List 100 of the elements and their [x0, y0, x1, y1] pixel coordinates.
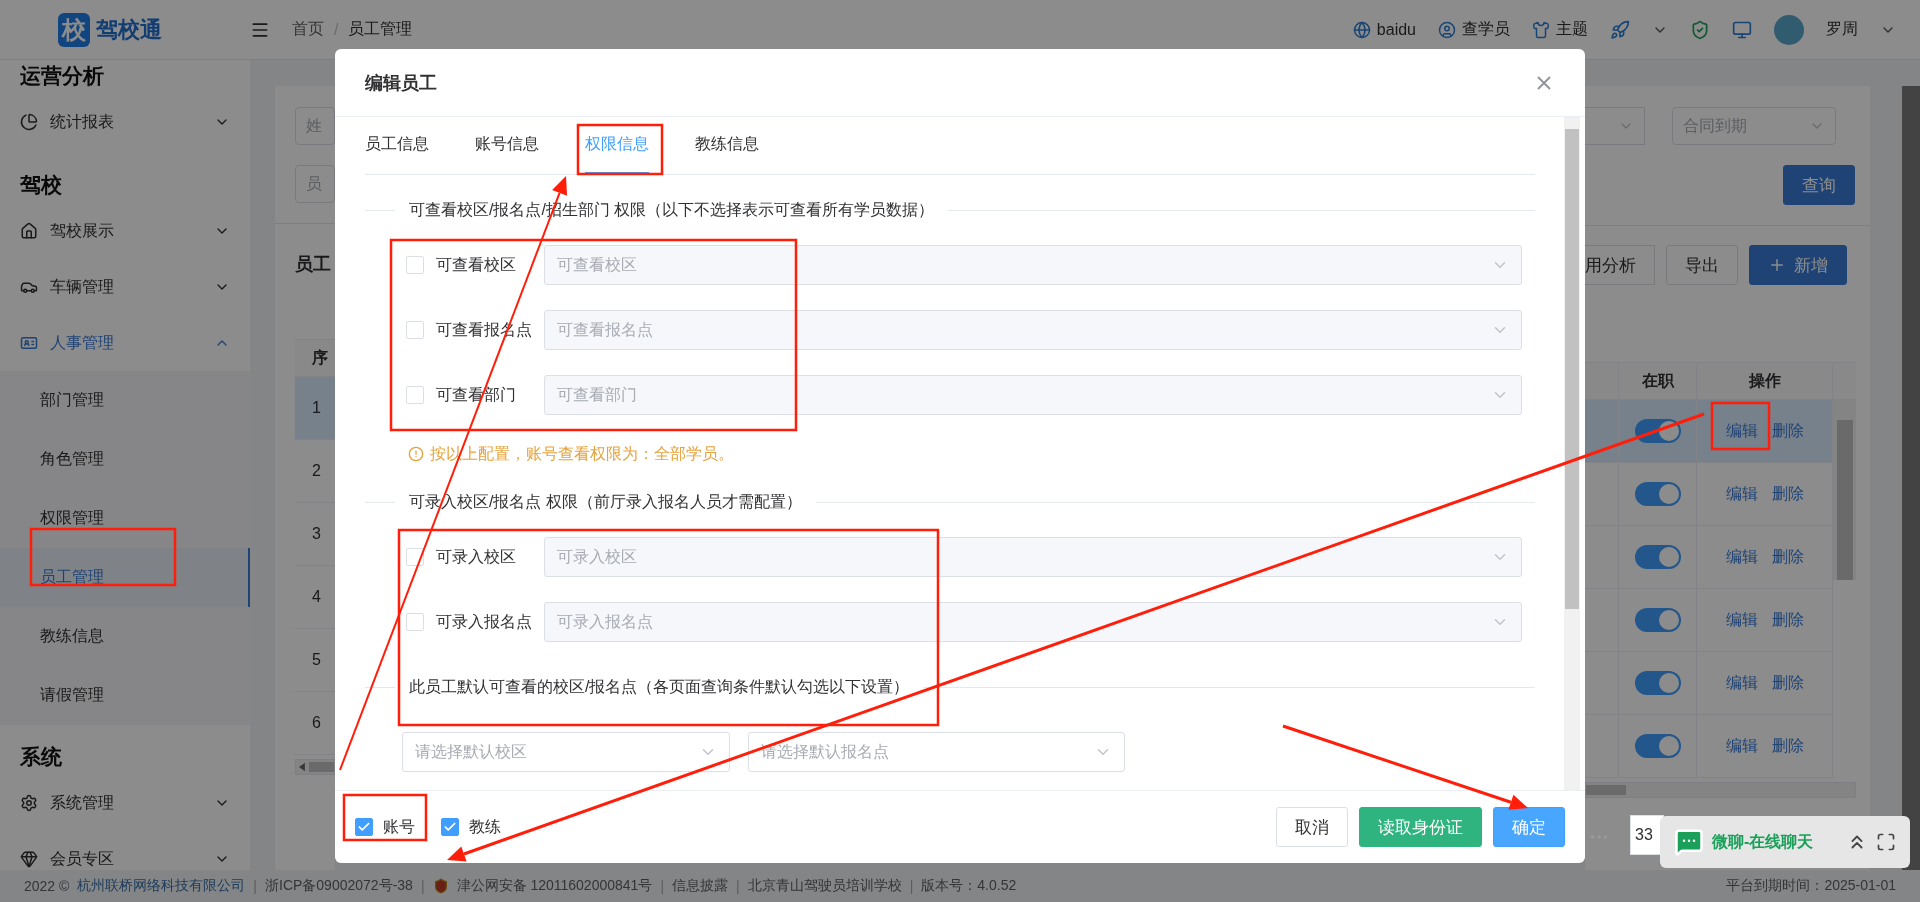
search-button[interactable]: 查询: [1783, 165, 1855, 205]
globe-icon: [1352, 20, 1371, 39]
checkbox-text[interactable]: 账号: [383, 816, 415, 838]
toolbar-button[interactable]: 导出: [1666, 245, 1738, 285]
annotation-box: [1710, 401, 1771, 451]
footer-text[interactable]: 津公网安备 12011602000841号: [456, 877, 653, 895]
action-link[interactable]: 删除: [1771, 483, 1804, 505]
checkbox[interactable]: [355, 818, 373, 836]
toolbar-button[interactable]: 新增: [1749, 245, 1847, 285]
table-cell-text: 1: [311, 399, 321, 417]
scrollbar[interactable]: [295, 759, 335, 775]
header-link[interactable]: 查学员: [1438, 19, 1510, 40]
sidebar-item[interactable]: 驾校展示: [0, 203, 250, 259]
checkbox-label[interactable]: 可查看校区: [436, 254, 534, 276]
checkbox-label[interactable]: 可录入校区: [436, 546, 534, 568]
select-field[interactable]: 可查看报名点: [544, 310, 1522, 350]
rocket-icon[interactable]: [1610, 19, 1630, 40]
sidebar-subitem[interactable]: 员工管理: [0, 548, 250, 607]
toggle-switch[interactable]: [1634, 482, 1681, 506]
scrollbar[interactable]: [1564, 117, 1580, 790]
toggle-switch[interactable]: [1634, 608, 1681, 632]
sidebar-item[interactable]: 车辆管理: [0, 259, 250, 315]
action-link[interactable]: 编辑: [1725, 609, 1758, 631]
footer-text[interactable]: 信息披露: [672, 877, 728, 895]
avatar[interactable]: [1774, 14, 1804, 45]
select-field[interactable]: 可录入报名点: [544, 602, 1522, 642]
sidebar-subitem[interactable]: 请假管理: [0, 666, 250, 725]
select-field[interactable]: 可录入校区: [544, 537, 1522, 577]
table-row[interactable]: 编辑 删除: [1585, 463, 1833, 526]
monitor-icon[interactable]: [1732, 19, 1752, 40]
shield-icon[interactable]: [1690, 19, 1710, 40]
table-row[interactable]: 编辑 删除: [1585, 652, 1833, 715]
checkbox-label[interactable]: 教练: [441, 816, 501, 838]
page-size-field[interactable]: 33: [1630, 815, 1664, 855]
sidebar-subitem[interactable]: 角色管理: [0, 430, 250, 489]
table-cell-text: 6: [311, 714, 321, 732]
sidebar-section-title: 运营分析: [19, 63, 105, 89]
checkbox[interactable]: [441, 818, 459, 836]
checkbox-label[interactable]: 账号: [355, 816, 415, 838]
action-link[interactable]: 删除: [1771, 420, 1804, 442]
user-name[interactable]: 罗周: [1826, 19, 1858, 40]
table-row[interactable]: 编辑 删除: [1585, 589, 1833, 652]
action-link[interactable]: 删除: [1771, 672, 1804, 694]
sidebar-item[interactable]: 人事管理: [0, 315, 250, 371]
breadcrumb-item[interactable]: 首页: [292, 19, 324, 40]
scrollbar[interactable]: [1585, 782, 1856, 798]
check-icon: [443, 820, 457, 834]
expand-icon[interactable]: [1876, 832, 1896, 852]
dialog-button[interactable]: 取消: [1276, 807, 1348, 847]
alert-icon: [408, 446, 424, 462]
action-link[interactable]: 编辑: [1725, 672, 1758, 694]
company-link[interactable]: 杭州联桥网络科技有限公司: [77, 877, 246, 895]
toggle-switch[interactable]: [1634, 671, 1681, 695]
breadcrumb-item: 员工管理: [348, 19, 413, 39]
header-link[interactable]: 主题: [1532, 19, 1588, 40]
menu-item-icon: [20, 222, 38, 240]
action-link[interactable]: 编辑: [1725, 420, 1758, 442]
select-field[interactable]: 可查看部门: [544, 375, 1522, 415]
table-row[interactable]: 1: [295, 377, 335, 440]
action-link[interactable]: 删除: [1771, 735, 1804, 757]
logo-mark: 校: [58, 12, 90, 47]
table-row[interactable]: 编辑 删除: [1585, 400, 1833, 463]
action-link[interactable]: 删除: [1771, 546, 1804, 568]
action-link[interactable]: 编辑: [1725, 546, 1758, 568]
dialog-button[interactable]: 确定: [1493, 807, 1565, 847]
toggle-switch[interactable]: [1634, 545, 1681, 569]
sidebar-subitem[interactable]: 教练信息: [0, 607, 250, 666]
action-link[interactable]: 编辑: [1725, 483, 1758, 505]
select-field[interactable]: 请选择默认校区: [402, 732, 730, 772]
sidebar-item[interactable]: 会员专区: [0, 831, 250, 870]
checkbox-label[interactable]: 可录入报名点: [436, 611, 534, 633]
table-row[interactable]: 编辑 删除: [1585, 526, 1833, 589]
scrollbar[interactable]: [1833, 400, 1856, 580]
footer-text[interactable]: 浙ICP备09002072号-38: [265, 877, 413, 895]
tab[interactable]: 员工信息: [365, 117, 429, 174]
sidebar-item[interactable]: 系统管理: [0, 775, 250, 831]
tab[interactable]: 教练信息: [695, 117, 759, 174]
action-link[interactable]: 编辑: [1725, 735, 1758, 757]
sidebar-subitem[interactable]: 权限管理: [0, 489, 250, 548]
chat-widget[interactable]: 微聊-在线聊天: [1660, 816, 1910, 868]
chat-icon: [1674, 827, 1704, 857]
tab[interactable]: 权限信息: [585, 117, 649, 174]
select-field[interactable]: 可查看校区: [544, 245, 1522, 285]
footer-text[interactable]: 版本号：4.0.52: [921, 877, 1017, 895]
separator: |: [736, 878, 740, 894]
toolbar-button[interactable]: 用分析: [1585, 245, 1655, 285]
header-link[interactable]: baidu: [1352, 20, 1416, 39]
toggle-switch[interactable]: [1634, 734, 1681, 758]
footer-text[interactable]: 北京青山驾驶员培训学校: [747, 877, 902, 895]
checkbox-text[interactable]: 教练: [469, 816, 501, 838]
tab[interactable]: 账号信息: [475, 117, 539, 174]
scroll-left-icon[interactable]: [299, 762, 306, 772]
dialog-button[interactable]: 读取身份证: [1359, 807, 1482, 847]
table-row[interactable]: 编辑 删除: [1585, 715, 1833, 778]
scrollbar[interactable]: [1902, 86, 1920, 870]
action-link[interactable]: 删除: [1771, 609, 1804, 631]
sidebar-item[interactable]: 统计报表: [0, 94, 250, 150]
copyright-text: 2022 ©: [24, 878, 70, 894]
emblem-icon: [432, 878, 449, 894]
sidebar-subitem[interactable]: 部门管理: [0, 371, 250, 430]
